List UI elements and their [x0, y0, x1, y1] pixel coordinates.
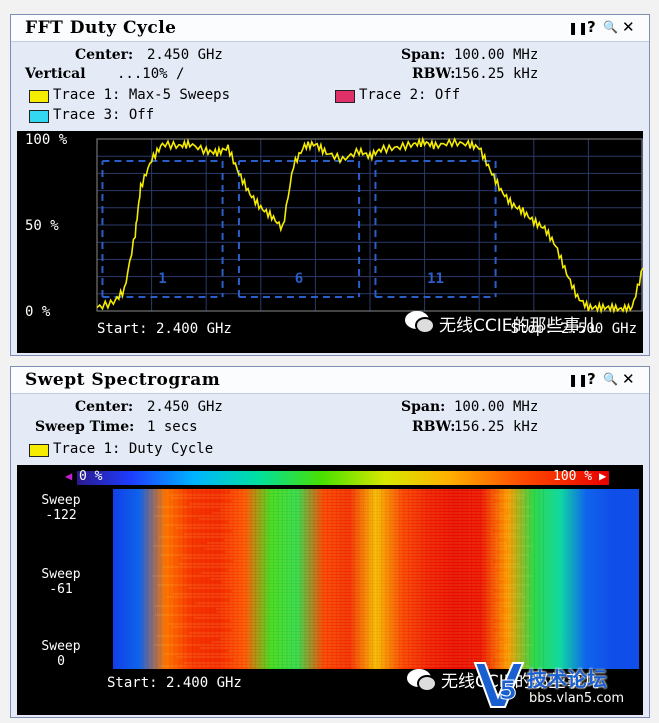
sweep-label-top: Sweep -122 — [29, 493, 93, 523]
rbw-label: RBW: — [412, 419, 456, 435]
trace1-label[interactable]: Trace 1: Max-5 Sweeps — [53, 87, 230, 103]
rbw-label: RBW: — [412, 66, 456, 82]
forum-name: 技术论坛 — [527, 667, 607, 691]
close-icon[interactable]: ✕ — [622, 18, 635, 36]
help-icon[interactable]: ? — [587, 18, 596, 36]
y-tick-label: 50 % — [25, 218, 59, 234]
trace3-swatch[interactable] — [29, 110, 49, 123]
fft-title-bar[interactable]: FFT Duty Cycle ❚❚ ? 🔍 ✕ — [11, 15, 649, 42]
zoom-icon[interactable]: 🔍 — [603, 20, 618, 34]
center-value: 2.450 GHz — [147, 399, 223, 415]
sweep-label-value: -122 — [45, 508, 77, 523]
y-tick-label: 100 % — [25, 132, 68, 148]
pause-icon[interactable]: ❚❚ — [568, 373, 588, 387]
fft-plot-area[interactable]: 1 6 11 100 % 50 % 0 % Start: 2.400 GHz Stop: … — [17, 131, 644, 353]
sweep-label-title: Sweep — [41, 567, 81, 582]
spectrogram-title-bar[interactable]: Swept Spectrogram ❚❚ ? 🔍 ✕ — [11, 367, 649, 394]
channel-label: 6 — [295, 271, 303, 287]
panel-title: Swept Spectrogram — [25, 370, 221, 390]
wechat-icon — [407, 669, 437, 692]
sweep-label-middle: Sweep -61 — [29, 567, 93, 597]
center-value: 2.450 GHz — [147, 47, 223, 63]
trace3-label[interactable]: Trace 3: Off — [53, 107, 154, 123]
center-label: Center: — [75, 47, 134, 63]
close-icon[interactable]: ✕ — [622, 370, 635, 388]
channel-label: 1 — [158, 271, 166, 287]
span-label: Span: — [401, 47, 446, 63]
start-frequency-label: Start: 2.400 GHz — [97, 321, 232, 337]
vertical-value: ...10% / — [117, 66, 185, 82]
trace1-swatch[interactable] — [29, 90, 49, 103]
spectrogram-area[interactable]: ◀ 0 % 100 % ▶ Sweep -122 Sweep -61 Sweep… — [17, 465, 643, 715]
span-value: 100.00 MHz — [454, 399, 539, 415]
wechat-icon — [405, 311, 435, 334]
pause-icon[interactable]: ❚❚ — [568, 21, 588, 35]
sweep-time-value: 1 secs — [147, 419, 198, 435]
help-icon[interactable]: ? — [587, 370, 596, 388]
rbw-value: 156.25 kHz — [454, 66, 539, 82]
y-tick-label: 0 % — [25, 304, 51, 320]
svg-text:5: 5 — [499, 676, 517, 706]
sweep-label-value: 0 — [57, 654, 65, 669]
color-scale-bar — [77, 471, 609, 485]
center-label: Center: — [75, 399, 134, 415]
span-value: 100.00 MHz — [454, 47, 539, 63]
sweep-label-title: Sweep — [41, 493, 81, 508]
sweep-label-title: Sweep — [41, 639, 81, 654]
forum-logo: 5 技术论坛 bbs.vlan5.com — [469, 657, 643, 713]
rbw-value: 156.25 kHz — [454, 419, 539, 435]
sweep-label-value: -61 — [49, 582, 73, 597]
forum-logo-icon: 5 — [473, 662, 525, 708]
start-frequency-label: Start: 2.400 GHz — [107, 675, 242, 691]
trace2-label[interactable]: Trace 2: Off — [359, 87, 460, 103]
swept-spectrogram-panel: Swept Spectrogram ❚❚ ? 🔍 ✕ Center: 2.450… — [10, 366, 650, 718]
sweep-time-label: Sweep Time: — [35, 419, 135, 435]
scale-min-label: 0 % — [79, 469, 103, 484]
span-label: Span: — [401, 399, 446, 415]
channel-label: 11 — [427, 271, 444, 287]
forum-url: bbs.vlan5.com — [529, 691, 625, 706]
zoom-icon[interactable]: 🔍 — [603, 372, 618, 386]
fft-duty-cycle-panel: FFT Duty Cycle ❚❚ ? 🔍 ✕ Center: 2.450 GH… — [10, 14, 650, 356]
vertical-label: Vertical — [25, 66, 86, 82]
sweep-label-bottom: Sweep 0 — [29, 639, 93, 669]
panel-title: FFT Duty Cycle — [25, 18, 177, 38]
scale-left-arrow-icon[interactable]: ◀ — [65, 469, 72, 483]
scale-right-arrow-icon[interactable]: ▶ — [599, 469, 606, 483]
trace1-label[interactable]: Trace 1: Duty Cycle — [53, 441, 213, 457]
trace1-swatch[interactable] — [29, 444, 49, 457]
scale-max-label: 100 % — [553, 469, 593, 484]
spectrogram-heatmap — [113, 489, 639, 669]
watermark-text: 无线CCIE的那些事儿 — [439, 316, 598, 336]
trace2-swatch[interactable] — [335, 90, 355, 103]
